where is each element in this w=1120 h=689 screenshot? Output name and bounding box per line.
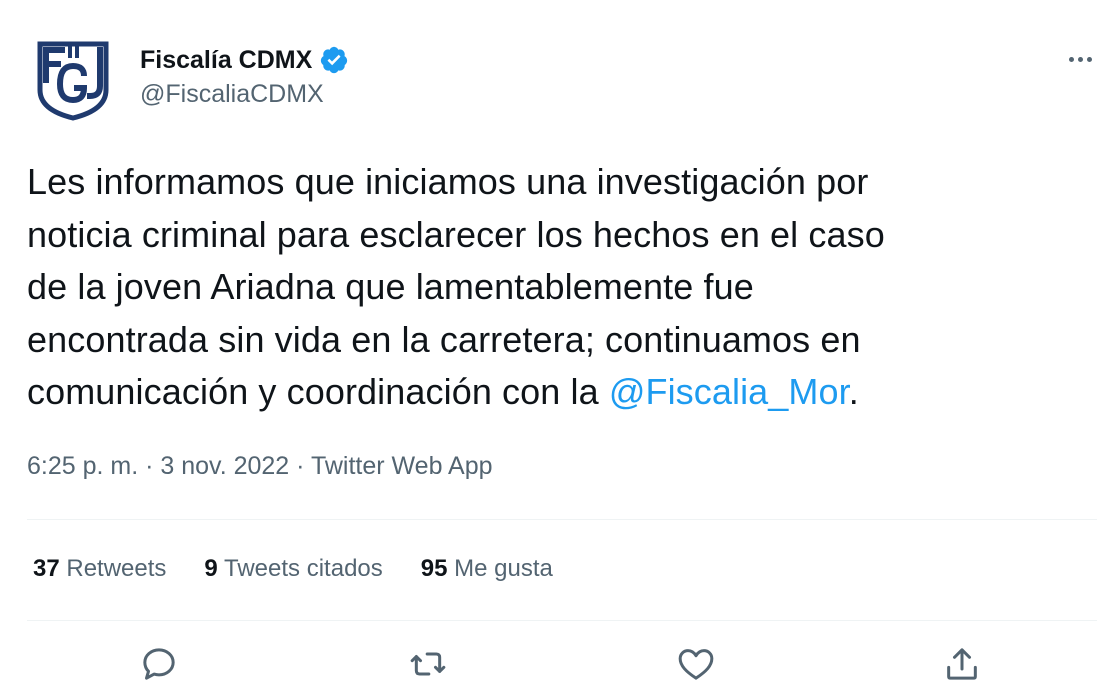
meta-separator: · bbox=[289, 452, 311, 480]
divider bbox=[27, 620, 1097, 621]
retweets-stat[interactable]: 37 Retweets bbox=[33, 555, 166, 583]
more-options-button[interactable] bbox=[1058, 50, 1102, 68]
more-dot-icon bbox=[1068, 56, 1074, 62]
share-button[interactable] bbox=[942, 644, 982, 684]
quotes-count: 9 bbox=[204, 555, 218, 582]
verified-badge-icon bbox=[321, 46, 348, 74]
reply-icon bbox=[143, 648, 175, 680]
fgj-logo-icon bbox=[37, 41, 109, 121]
likes-label: Me gusta bbox=[454, 555, 553, 582]
tweet-date[interactable]: 3 nov. 2022 bbox=[160, 452, 289, 480]
retweets-label: Retweets bbox=[66, 555, 167, 582]
likes-stat[interactable]: 95 Me gusta bbox=[421, 555, 553, 583]
tweet-time[interactable]: 6:25 p. m. bbox=[27, 452, 138, 480]
meta-separator: · bbox=[138, 452, 161, 480]
tweet-text-end: . bbox=[848, 371, 859, 412]
user-handle[interactable]: @FiscaliaCDMX bbox=[140, 80, 324, 109]
retweet-icon bbox=[410, 652, 446, 676]
divider bbox=[27, 519, 1097, 520]
quotes-label: Tweets citados bbox=[224, 555, 383, 582]
quotes-stat[interactable]: 9 Tweets citados bbox=[204, 555, 382, 583]
retweets-count: 37 bbox=[33, 555, 60, 582]
likes-count: 95 bbox=[420, 555, 448, 582]
more-dot-icon bbox=[1077, 56, 1083, 62]
like-button[interactable] bbox=[676, 644, 716, 684]
mention-link[interactable]: @Fiscalia_Mor bbox=[609, 371, 849, 412]
tweet-source[interactable]: Twitter Web App bbox=[311, 452, 493, 480]
more-dot-icon bbox=[1086, 56, 1092, 62]
heart-icon bbox=[678, 649, 714, 680]
retweet-button[interactable] bbox=[408, 644, 448, 684]
user-name-row[interactable]: Fiscalía CDMX bbox=[140, 42, 349, 78]
tweet-stats: 37 Retweets 9 Tweets citados 95 Me gusta bbox=[33, 555, 553, 583]
reply-button[interactable] bbox=[139, 644, 179, 684]
share-icon bbox=[947, 648, 977, 680]
tweet-actions bbox=[0, 644, 1120, 684]
tweet-card: Fiscalía CDMX @FiscaliaCDMX Les informam… bbox=[0, 0, 1120, 680]
avatar[interactable] bbox=[30, 36, 116, 122]
display-name[interactable]: Fiscalía CDMX bbox=[140, 46, 312, 75]
tweet-meta: 6:25 p. m. · 3 nov. 2022 · Twitter Web A… bbox=[27, 452, 493, 481]
tweet-text: Les informamos que iniciamos una investi… bbox=[27, 156, 1097, 419]
